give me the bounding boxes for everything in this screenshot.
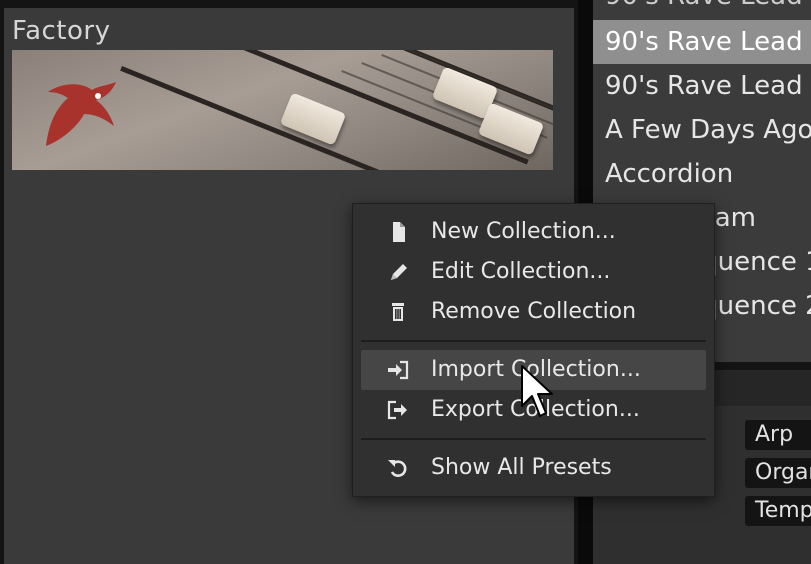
menu-separator: [361, 438, 706, 440]
preset-list-item[interactable]: 90's Rave Lead: [593, 0, 811, 18]
menu-item-show-all-presets[interactable]: Show All Presets: [361, 448, 706, 488]
collection-title: Factory: [12, 16, 111, 46]
export-icon: [387, 400, 407, 420]
collection-banner-image[interactable]: [12, 50, 553, 170]
trash-icon: [392, 303, 404, 321]
preset-list-item[interactable]: 90's Rave Lead 1: [593, 20, 811, 64]
undo-icon: [388, 460, 407, 477]
menu-item-edit-collection[interactable]: Edit Collection...: [361, 252, 706, 292]
bird-logo-icon: [46, 82, 116, 146]
file-icon: [393, 222, 405, 242]
menu-separator: [361, 340, 706, 342]
preset-list-item[interactable]: Accordion: [593, 152, 811, 196]
pencil-icon: [391, 264, 407, 280]
menu-item-remove-collection[interactable]: Remove Collection: [361, 292, 706, 332]
tag-chip[interactable]: Arp: [745, 420, 811, 450]
preset-list-item[interactable]: A Few Days Ago: [593, 108, 811, 152]
menu-item-label: Remove Collection: [431, 299, 637, 324]
menu-item-new-collection[interactable]: New Collection...: [361, 212, 706, 252]
tag-chip[interactable]: Temp: [745, 496, 811, 526]
import-icon: [388, 360, 409, 380]
collection-context-menu: New Collection... Edit Collection... Rem…: [352, 203, 715, 497]
menu-item-label: New Collection...: [431, 219, 616, 244]
menu-item-label: Show All Presets: [431, 455, 612, 480]
mouse-cursor-icon: [521, 365, 553, 417]
menu-item-label: Edit Collection...: [431, 259, 611, 284]
tag-chip[interactable]: Organ: [745, 458, 811, 488]
preset-list-item[interactable]: 90's Rave Lead 2: [593, 64, 811, 108]
